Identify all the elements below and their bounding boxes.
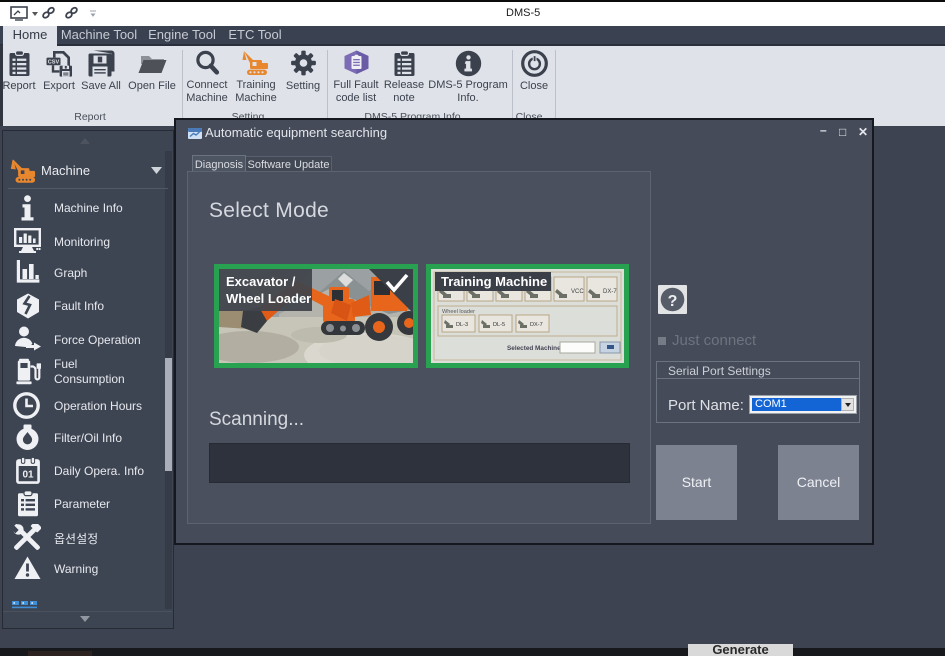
svg-text:DX-7: DX-7 (530, 322, 543, 328)
svg-text:Selected Machine:: Selected Machine: (507, 345, 563, 352)
svg-text:CSV: CSV (47, 60, 59, 66)
svg-text:?: ? (668, 293, 678, 310)
svg-text:DL-5: DL-5 (493, 322, 505, 328)
svg-text:DX-7: DX-7 (603, 289, 617, 295)
svg-text:DL-3: DL-3 (456, 322, 468, 328)
svg-text:VCC: VCC (571, 289, 584, 295)
svg-text:01: 01 (22, 470, 34, 481)
svg-text:Wheel Loader: Wheel Loader (226, 291, 311, 306)
svg-text:Wheel loader: Wheel loader (442, 309, 475, 315)
svg-text:Training Machine: Training Machine (441, 274, 547, 289)
svg-text:Excavator /: Excavator / (226, 274, 296, 289)
